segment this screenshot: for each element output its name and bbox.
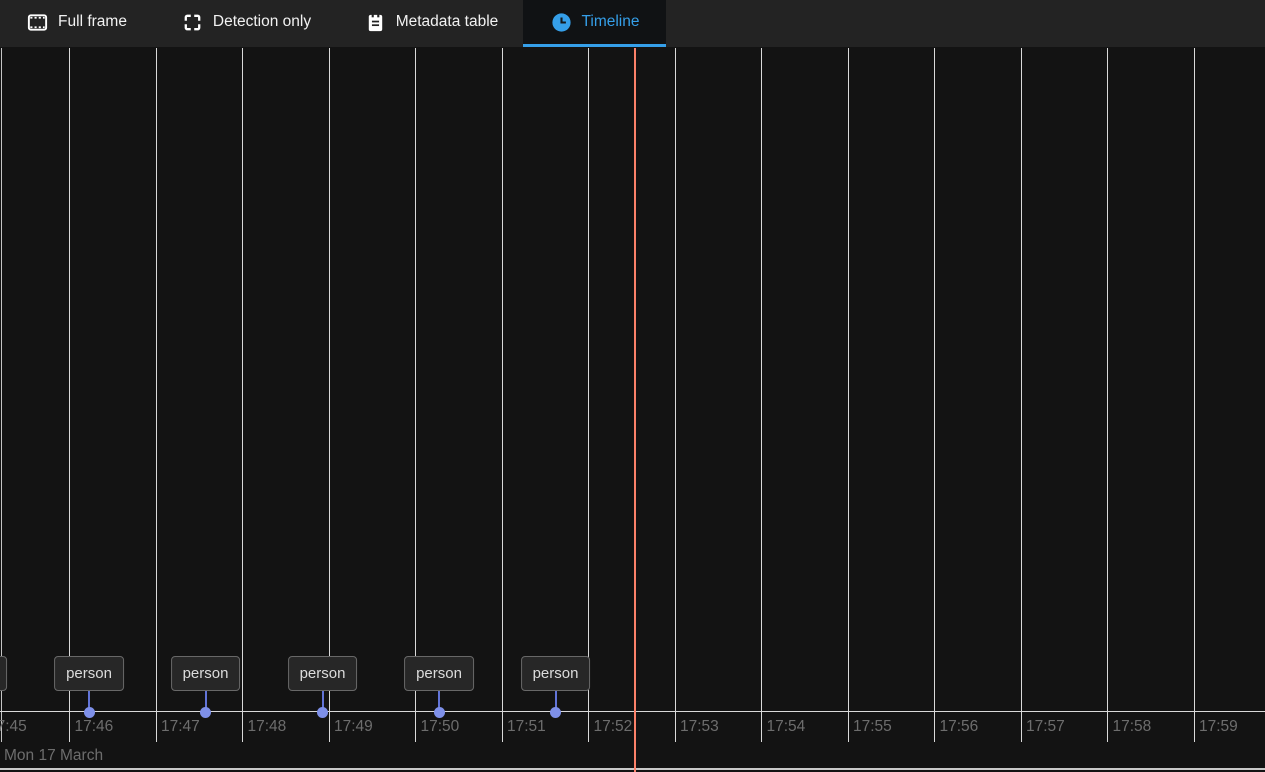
clock-icon	[550, 11, 573, 34]
gridline-tick	[848, 48, 849, 742]
gridline-tick	[242, 48, 243, 742]
tab-metadata-table[interactable]: Metadata table	[339, 0, 523, 47]
gridline-tick	[1021, 48, 1022, 742]
time-label: 17:50	[421, 719, 460, 735]
time-label: 17:48	[248, 719, 287, 735]
gridline-tick	[69, 48, 70, 742]
detection-badge[interactable]: person	[521, 656, 591, 691]
tab-full-frame[interactable]: Full frame	[0, 0, 153, 47]
time-label: 17:45	[0, 719, 27, 735]
time-label: 17:53	[680, 719, 719, 735]
notepad-icon	[364, 11, 387, 34]
time-label: 17:59	[1199, 719, 1238, 735]
detection-marker-dot[interactable]	[434, 707, 445, 718]
detection-frame-icon	[181, 11, 204, 34]
timeline-left-edge-line	[1, 48, 2, 742]
time-label: 17:55	[853, 719, 892, 735]
time-label: 17:57	[1026, 719, 1065, 735]
gridline-tick	[761, 48, 762, 742]
time-axis-line	[0, 711, 1265, 712]
timeline-panel[interactable]: 17:45 17:46 17:47 17:48 17:49 17:50 17:51 17:52…	[0, 47, 1265, 772]
tab-label: Metadata table	[396, 13, 499, 31]
gridline-tick	[1107, 48, 1108, 742]
detection-marker-dot[interactable]	[317, 707, 328, 718]
time-label: 17:56	[940, 719, 979, 735]
detection-badge[interactable]: person	[404, 656, 474, 691]
film-strip-icon	[26, 11, 49, 34]
detection-badge[interactable]: person	[288, 656, 358, 691]
gridline-tick	[588, 48, 589, 742]
gridline-tick	[502, 48, 503, 742]
tab-detection-only[interactable]: Detection only	[153, 0, 339, 47]
playhead-line[interactable]	[634, 48, 636, 772]
gridline-tick	[415, 48, 416, 742]
time-label: 17:58	[1113, 719, 1152, 735]
time-label: 17:47	[161, 719, 200, 735]
detection-badge[interactable]: person	[0, 656, 7, 691]
time-label: 17:52	[594, 719, 633, 735]
tab-timeline[interactable]: Timeline	[523, 0, 666, 47]
tab-label: Detection only	[213, 13, 311, 31]
tab-bar: Full frame Detection only Metadata table	[0, 0, 1265, 47]
detection-badge[interactable]: person	[54, 656, 124, 691]
tab-label: Timeline	[582, 13, 640, 31]
gridline-tick	[329, 48, 330, 742]
time-label: 17:54	[767, 719, 806, 735]
detection-marker-dot[interactable]	[84, 707, 95, 718]
time-label: 17:49	[334, 719, 373, 735]
date-label: Mon 17 March	[4, 747, 103, 766]
time-label: 17:51	[507, 719, 546, 735]
timeline-bottom-border	[0, 768, 1265, 770]
gridline-tick	[1194, 48, 1195, 742]
time-label: 17:46	[75, 719, 114, 735]
detection-marker-dot[interactable]	[200, 707, 211, 718]
gridline-tick	[675, 48, 676, 742]
tab-label: Full frame	[58, 13, 127, 31]
gridline-tick	[934, 48, 935, 742]
detection-badge[interactable]: person	[171, 656, 241, 691]
detection-marker-dot[interactable]	[550, 707, 561, 718]
gridline-tick	[156, 48, 157, 742]
